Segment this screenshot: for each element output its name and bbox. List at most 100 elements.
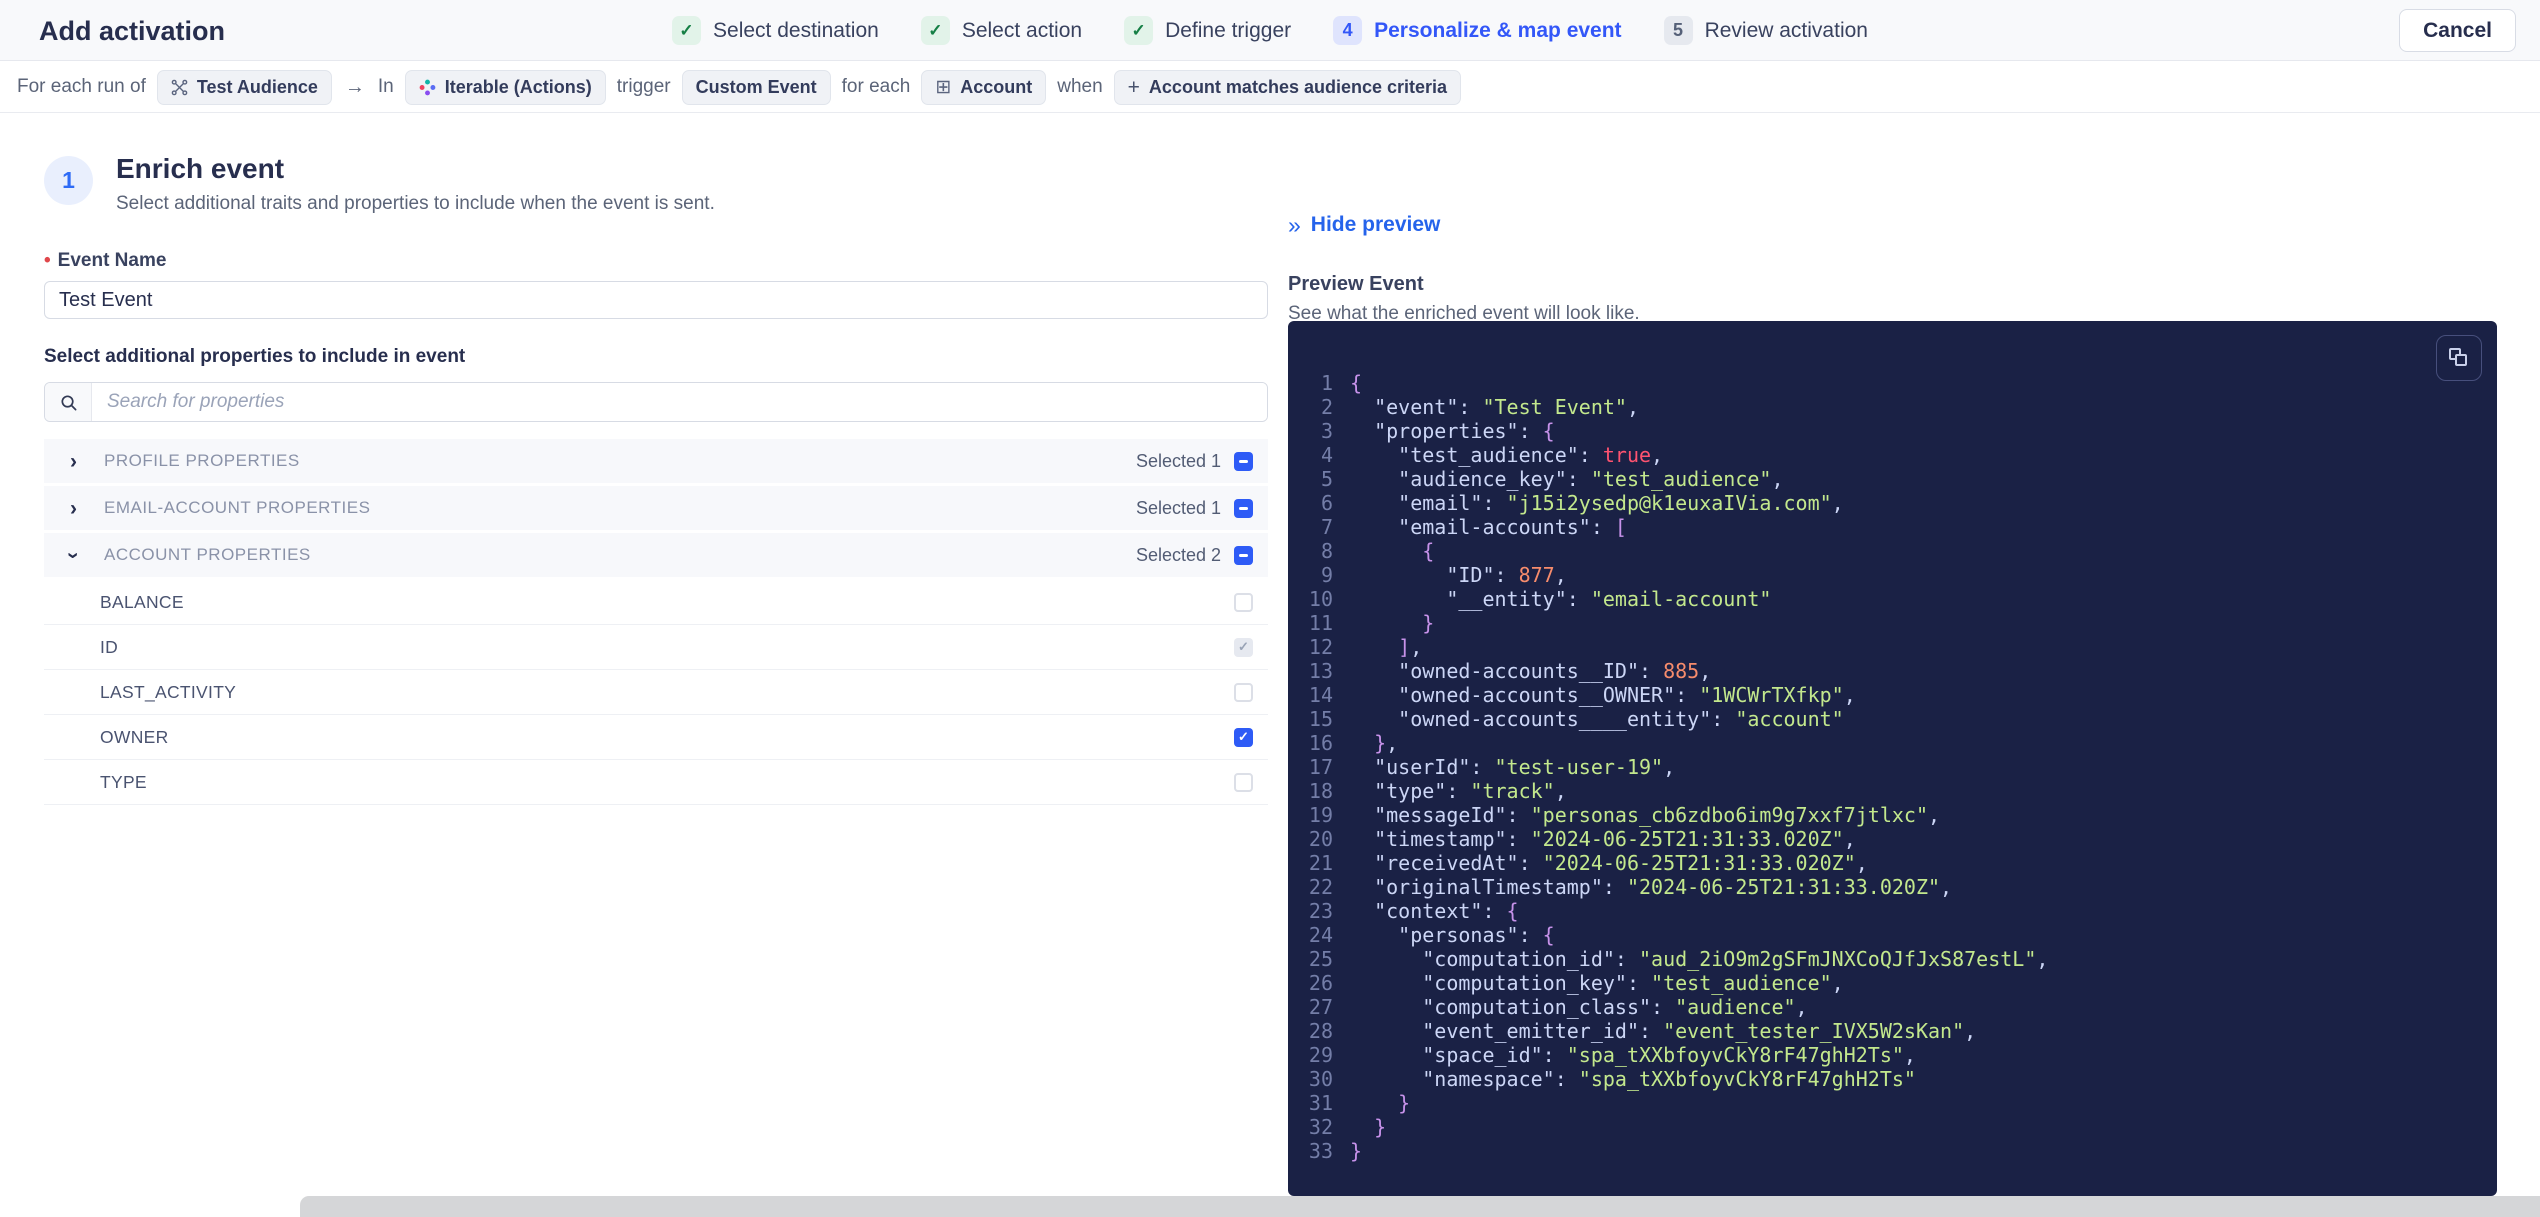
copy-icon — [2449, 348, 2469, 368]
code-line: 2 "event": "Test Event", — [1288, 395, 2497, 419]
chip-test-audience[interactable]: Test Audience — [156, 69, 332, 105]
section-checkbox[interactable] — [1234, 545, 1253, 565]
line-number: 4 — [1320, 443, 1333, 467]
chip-account-matches-audience-criteria[interactable]: + Account matches audience criteria — [1113, 69, 1462, 105]
property-checkbox[interactable]: ✓ — [1234, 727, 1253, 747]
code-line: 14 "owned-accounts__OWNER": "1WCWrTXfkp"… — [1288, 683, 2497, 707]
line-number: 2 — [1320, 395, 1333, 419]
code-text: "owned-accounts__OWNER": "1WCWrTXfkp", — [1350, 683, 1856, 707]
step-select-destination[interactable]: ✓ Select destination — [672, 16, 879, 45]
cancel-button[interactable]: Cancel — [2399, 9, 2516, 52]
code-text: } — [1350, 1139, 1363, 1163]
code-text: "owned-accounts____entity": "account" — [1350, 707, 1844, 731]
check-icon: ✓ — [920, 16, 950, 45]
property-row-last-activity[interactable]: LAST_ACTIVITY — [44, 670, 1268, 715]
line-number: 23 — [1308, 899, 1333, 923]
code-line: 4 "test_audience": true, — [1288, 443, 2497, 467]
section-label: EMAIL-ACCOUNT PROPERTIES — [104, 498, 371, 517]
line-number: 25 — [1308, 947, 1333, 971]
section-label: ACCOUNT PROPERTIES — [104, 545, 311, 564]
step-select-action[interactable]: ✓ Select action — [920, 16, 1082, 45]
event-name-label-row: • Event Name — [44, 250, 1268, 272]
section-label: PROFILE PROPERTIES — [104, 451, 300, 470]
step-number: 4 — [1333, 16, 1363, 45]
code-text: "personas": { — [1350, 923, 1555, 947]
code-text: "test_audience": true, — [1350, 443, 1664, 467]
section-profile-properties[interactable]: › PROFILE PROPERTIES Selected 1 — [44, 439, 1268, 483]
condition-text: For each run of — [17, 76, 146, 97]
bottom-strip — [0, 1196, 2540, 1217]
line-number: 24 — [1308, 923, 1333, 947]
condition-text: for each — [841, 76, 911, 97]
code-line: 11 } — [1288, 611, 2497, 635]
stepper: ✓ Select destination ✓ Select action ✓ Define… — [672, 0, 1868, 61]
line-number: 21 — [1308, 851, 1333, 875]
property-checkbox[interactable] — [1234, 772, 1253, 792]
chip-custom-event[interactable]: Custom Event — [681, 69, 831, 105]
line-number: 27 — [1308, 995, 1333, 1019]
code-text: } — [1350, 1091, 1411, 1115]
line-number: 15 — [1308, 707, 1333, 731]
code-line: 20 "timestamp": "2024-06-25T21:31:33.020… — [1288, 827, 2497, 851]
event-name-input[interactable] — [44, 281, 1268, 319]
code-text: } — [1350, 1115, 1387, 1139]
section-checkbox[interactable] — [1234, 498, 1253, 518]
selected-count: Selected 1 — [1135, 497, 1221, 518]
property-checkbox[interactable]: ✓ — [1234, 637, 1253, 657]
line-number: 8 — [1320, 539, 1333, 563]
chip-account[interactable]: ⊞ Account — [921, 69, 1047, 105]
property-row-owner[interactable]: OWNER ✓ — [44, 715, 1268, 760]
chip-iterable-actions[interactable]: Iterable (Actions) — [404, 69, 606, 105]
section-account-properties[interactable]: › ACCOUNT PROPERTIES Selected 2 — [44, 533, 1268, 577]
hide-preview-link[interactable]: » Hide preview — [1288, 213, 1440, 237]
line-number: 13 — [1308, 659, 1333, 683]
selected-count: Selected 2 — [1135, 544, 1221, 565]
double-chevron-right-icon: » — [1288, 211, 1301, 238]
json-code: 1{2 "event": "Test Event", 3 "properties"… — [1288, 371, 2497, 1186]
line-number: 1 — [1320, 371, 1333, 395]
step-review-activation[interactable]: 5 Review activation — [1663, 16, 1868, 45]
step-label: Define trigger — [1165, 18, 1292, 42]
line-number: 9 — [1320, 563, 1333, 587]
required-marker: • — [44, 250, 51, 271]
step-number: 5 — [1663, 16, 1693, 45]
property-checkbox[interactable] — [1234, 592, 1253, 612]
property-label: OWNER — [100, 726, 169, 747]
code-text: "audience_key": "test_audience", — [1350, 467, 1784, 491]
step-define-trigger[interactable]: ✓ Define trigger — [1124, 16, 1291, 45]
code-text: "namespace": "spa_tXXbfoyvCkY8rF47ghH2Ts… — [1350, 1067, 1916, 1091]
chip-label: Custom Event — [695, 76, 817, 97]
property-label: LAST_ACTIVITY — [100, 681, 237, 702]
chevron-right-icon: › — [70, 449, 77, 473]
line-number: 19 — [1308, 803, 1333, 827]
line-number: 16 — [1308, 731, 1333, 755]
code-line: 6 "email": "j15i2ysedp@k1euxaIVia.com", — [1288, 491, 2497, 515]
search-icon — [45, 383, 92, 421]
section-email-account-properties[interactable]: › EMAIL-ACCOUNT PROPERTIES Selected 1 — [44, 486, 1268, 530]
step-personalize-map-event[interactable]: 4 Personalize & map event — [1333, 16, 1622, 45]
code-line: 3 "properties": { — [1288, 419, 2497, 443]
chip-label: Account — [960, 76, 1033, 97]
property-list: › PROFILE PROPERTIES Selected 1 › EMAIL-ACCO… — [44, 439, 1268, 805]
code-text: "messageId": "personas_cb6zdbo6im9g7xxf7… — [1350, 803, 1941, 827]
search-input[interactable] — [92, 383, 1267, 421]
plus-icon: + — [1127, 75, 1140, 99]
code-text: "timestamp": "2024-06-25T21:31:33.020Z", — [1350, 827, 1856, 851]
check-icon: ✓ — [1124, 16, 1154, 45]
property-row-balance[interactable]: BALANCE — [44, 580, 1268, 625]
property-row-type[interactable]: TYPE — [44, 760, 1268, 805]
code-line: 33} — [1288, 1139, 2497, 1163]
code-line: 8 { — [1288, 539, 2497, 563]
property-checkbox[interactable] — [1234, 682, 1253, 702]
code-line: 5 "audience_key": "test_audience", — [1288, 467, 2497, 491]
line-number: 10 — [1308, 587, 1333, 611]
line-number: 11 — [1308, 611, 1333, 635]
property-row-id[interactable]: ID ✓ — [44, 625, 1268, 670]
section-checkbox[interactable] — [1234, 451, 1253, 471]
code-line: 10 "__entity": "email-account" — [1288, 587, 2497, 611]
code-text: "userId": "test-user-19", — [1350, 755, 1676, 779]
code-text: "computation_key": "test_audience", — [1350, 971, 1844, 995]
line-number: 31 — [1308, 1091, 1333, 1115]
code-text: "event_emitter_id": "event_tester_IVX5W2… — [1350, 1019, 1977, 1043]
property-label: BALANCE — [100, 591, 184, 612]
